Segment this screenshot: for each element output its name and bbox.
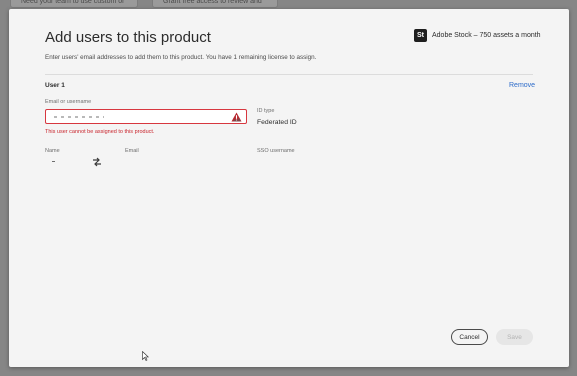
sso-username-column-header: SSO username — [257, 148, 295, 154]
add-users-dialog: Add users to this product St Adobe Stock… — [9, 9, 569, 367]
name-column-header: Name — [45, 148, 60, 154]
mouse-pointer-icon — [142, 351, 149, 361]
dialog-title: Add users to this product — [45, 29, 211, 46]
email-field[interactable] — [45, 109, 247, 124]
email-column-header: Email — [125, 148, 139, 154]
redacted-email-value — [54, 116, 104, 118]
user-heading: User 1 — [45, 82, 65, 89]
id-type-value: Federated ID — [257, 119, 297, 126]
save-button[interactable]: Save — [496, 329, 533, 345]
dialog-description: Enter users' email addresses to add them… — [45, 54, 317, 61]
alert-triangle-icon — [231, 112, 242, 122]
adobe-stock-logo-icon: St — [414, 29, 427, 42]
name-value-placeholder — [52, 161, 55, 162]
cancel-button[interactable]: Cancel — [451, 329, 488, 345]
id-type-label: ID type — [257, 108, 275, 114]
remove-user-link[interactable]: Remove — [509, 82, 535, 89]
product-plan-badge: St Adobe Stock – 750 assets a month — [414, 29, 541, 42]
swap-arrows-icon[interactable] — [92, 157, 102, 167]
background-card: Need your team to use custom or — [10, 0, 138, 8]
section-divider — [45, 74, 533, 75]
email-error-message: This user cannot be assigned to this pro… — [45, 129, 155, 135]
background-card: Grant free access to review and — [152, 0, 278, 8]
email-field-label: Email or username — [45, 99, 92, 105]
product-plan-label: Adobe Stock – 750 assets a month — [432, 32, 541, 39]
